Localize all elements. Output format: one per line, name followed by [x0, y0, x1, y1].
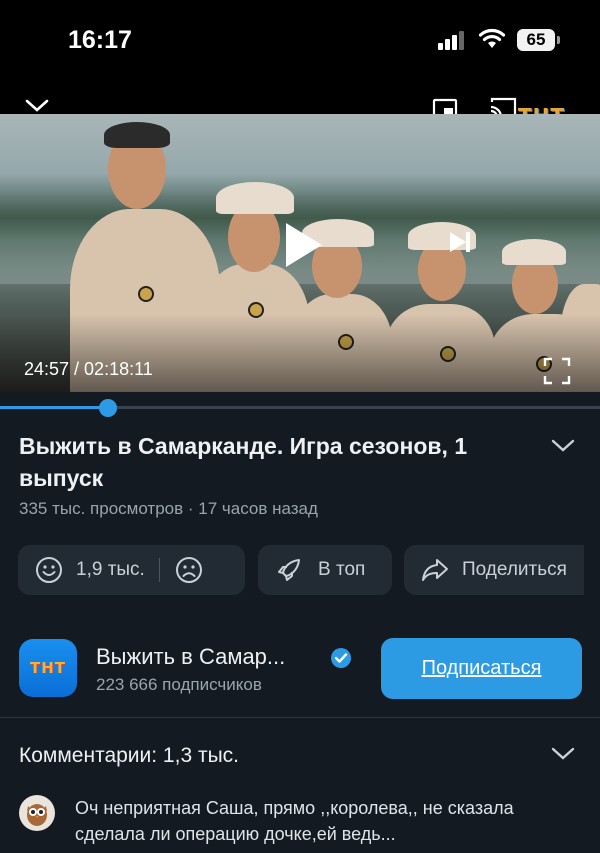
video-figure-medal — [138, 286, 154, 302]
share-arrow-icon — [422, 559, 448, 581]
rocket-icon — [278, 559, 300, 581]
like-smile-icon[interactable] — [34, 555, 64, 585]
video-shade — [0, 314, 600, 392]
section-divider — [0, 717, 600, 718]
signal-icon — [438, 31, 464, 50]
subscribe-button[interactable]: Подписаться — [381, 638, 582, 699]
status-bar: 16:17 65 — [0, 0, 600, 90]
video-figure-cap — [502, 239, 566, 265]
dislike-sad-icon[interactable] — [174, 555, 204, 585]
comments-header[interactable]: Комментарии: 1,3 тыс. — [19, 744, 239, 768]
wifi-icon — [478, 28, 506, 48]
battery-indicator: 65 — [517, 29, 555, 51]
video-title: Выжить в Самарканде. Игра сезонов, 1 вып… — [19, 433, 468, 491]
expand-description-chevron-icon[interactable] — [550, 436, 576, 456]
boost-label: В топ — [318, 559, 366, 580]
channel-name[interactable]: Выжить в Самар... — [96, 644, 285, 670]
share-button[interactable]: Поделиться — [404, 545, 584, 595]
video-meta: 335 тыс. просмотров · 17 часов назад — [19, 499, 318, 518]
verified-badge-icon — [331, 648, 351, 668]
video-figure-cap — [216, 182, 294, 214]
status-time: 16:17 — [68, 26, 132, 54]
reactions-divider — [158, 558, 160, 582]
video-timecode: 24:57 / 02:18:11 — [24, 359, 153, 379]
subscriber-count: 223 666 подписчиков — [96, 675, 262, 694]
progress-scrubber[interactable] — [99, 399, 117, 417]
boost-to-top-button[interactable]: В топ — [258, 545, 392, 595]
battery-cap — [557, 36, 560, 44]
owl-icon — [27, 804, 47, 826]
progress-fill — [0, 406, 108, 409]
channel-avatar[interactable]: ТНТ — [19, 639, 77, 697]
share-label: Поделиться — [462, 559, 567, 580]
video-figure-hair — [104, 122, 170, 148]
reactions-pill: 1,9 тыс. — [18, 545, 245, 595]
next-episode-icon[interactable] — [446, 228, 474, 256]
like-count[interactable]: 1,9 тыс. — [76, 559, 145, 581]
comment-text: Оч неприятная Саша, прямо ,,королева,, н… — [75, 798, 514, 844]
fullscreen-icon[interactable] — [542, 356, 572, 386]
expand-comments-chevron-icon[interactable] — [550, 744, 576, 764]
channel-logo: ТНТ — [29, 659, 67, 677]
collapse-chevron-icon[interactable] — [24, 96, 50, 116]
play-icon[interactable] — [280, 220, 326, 270]
commenter-avatar-owl-icon[interactable] — [19, 795, 55, 831]
